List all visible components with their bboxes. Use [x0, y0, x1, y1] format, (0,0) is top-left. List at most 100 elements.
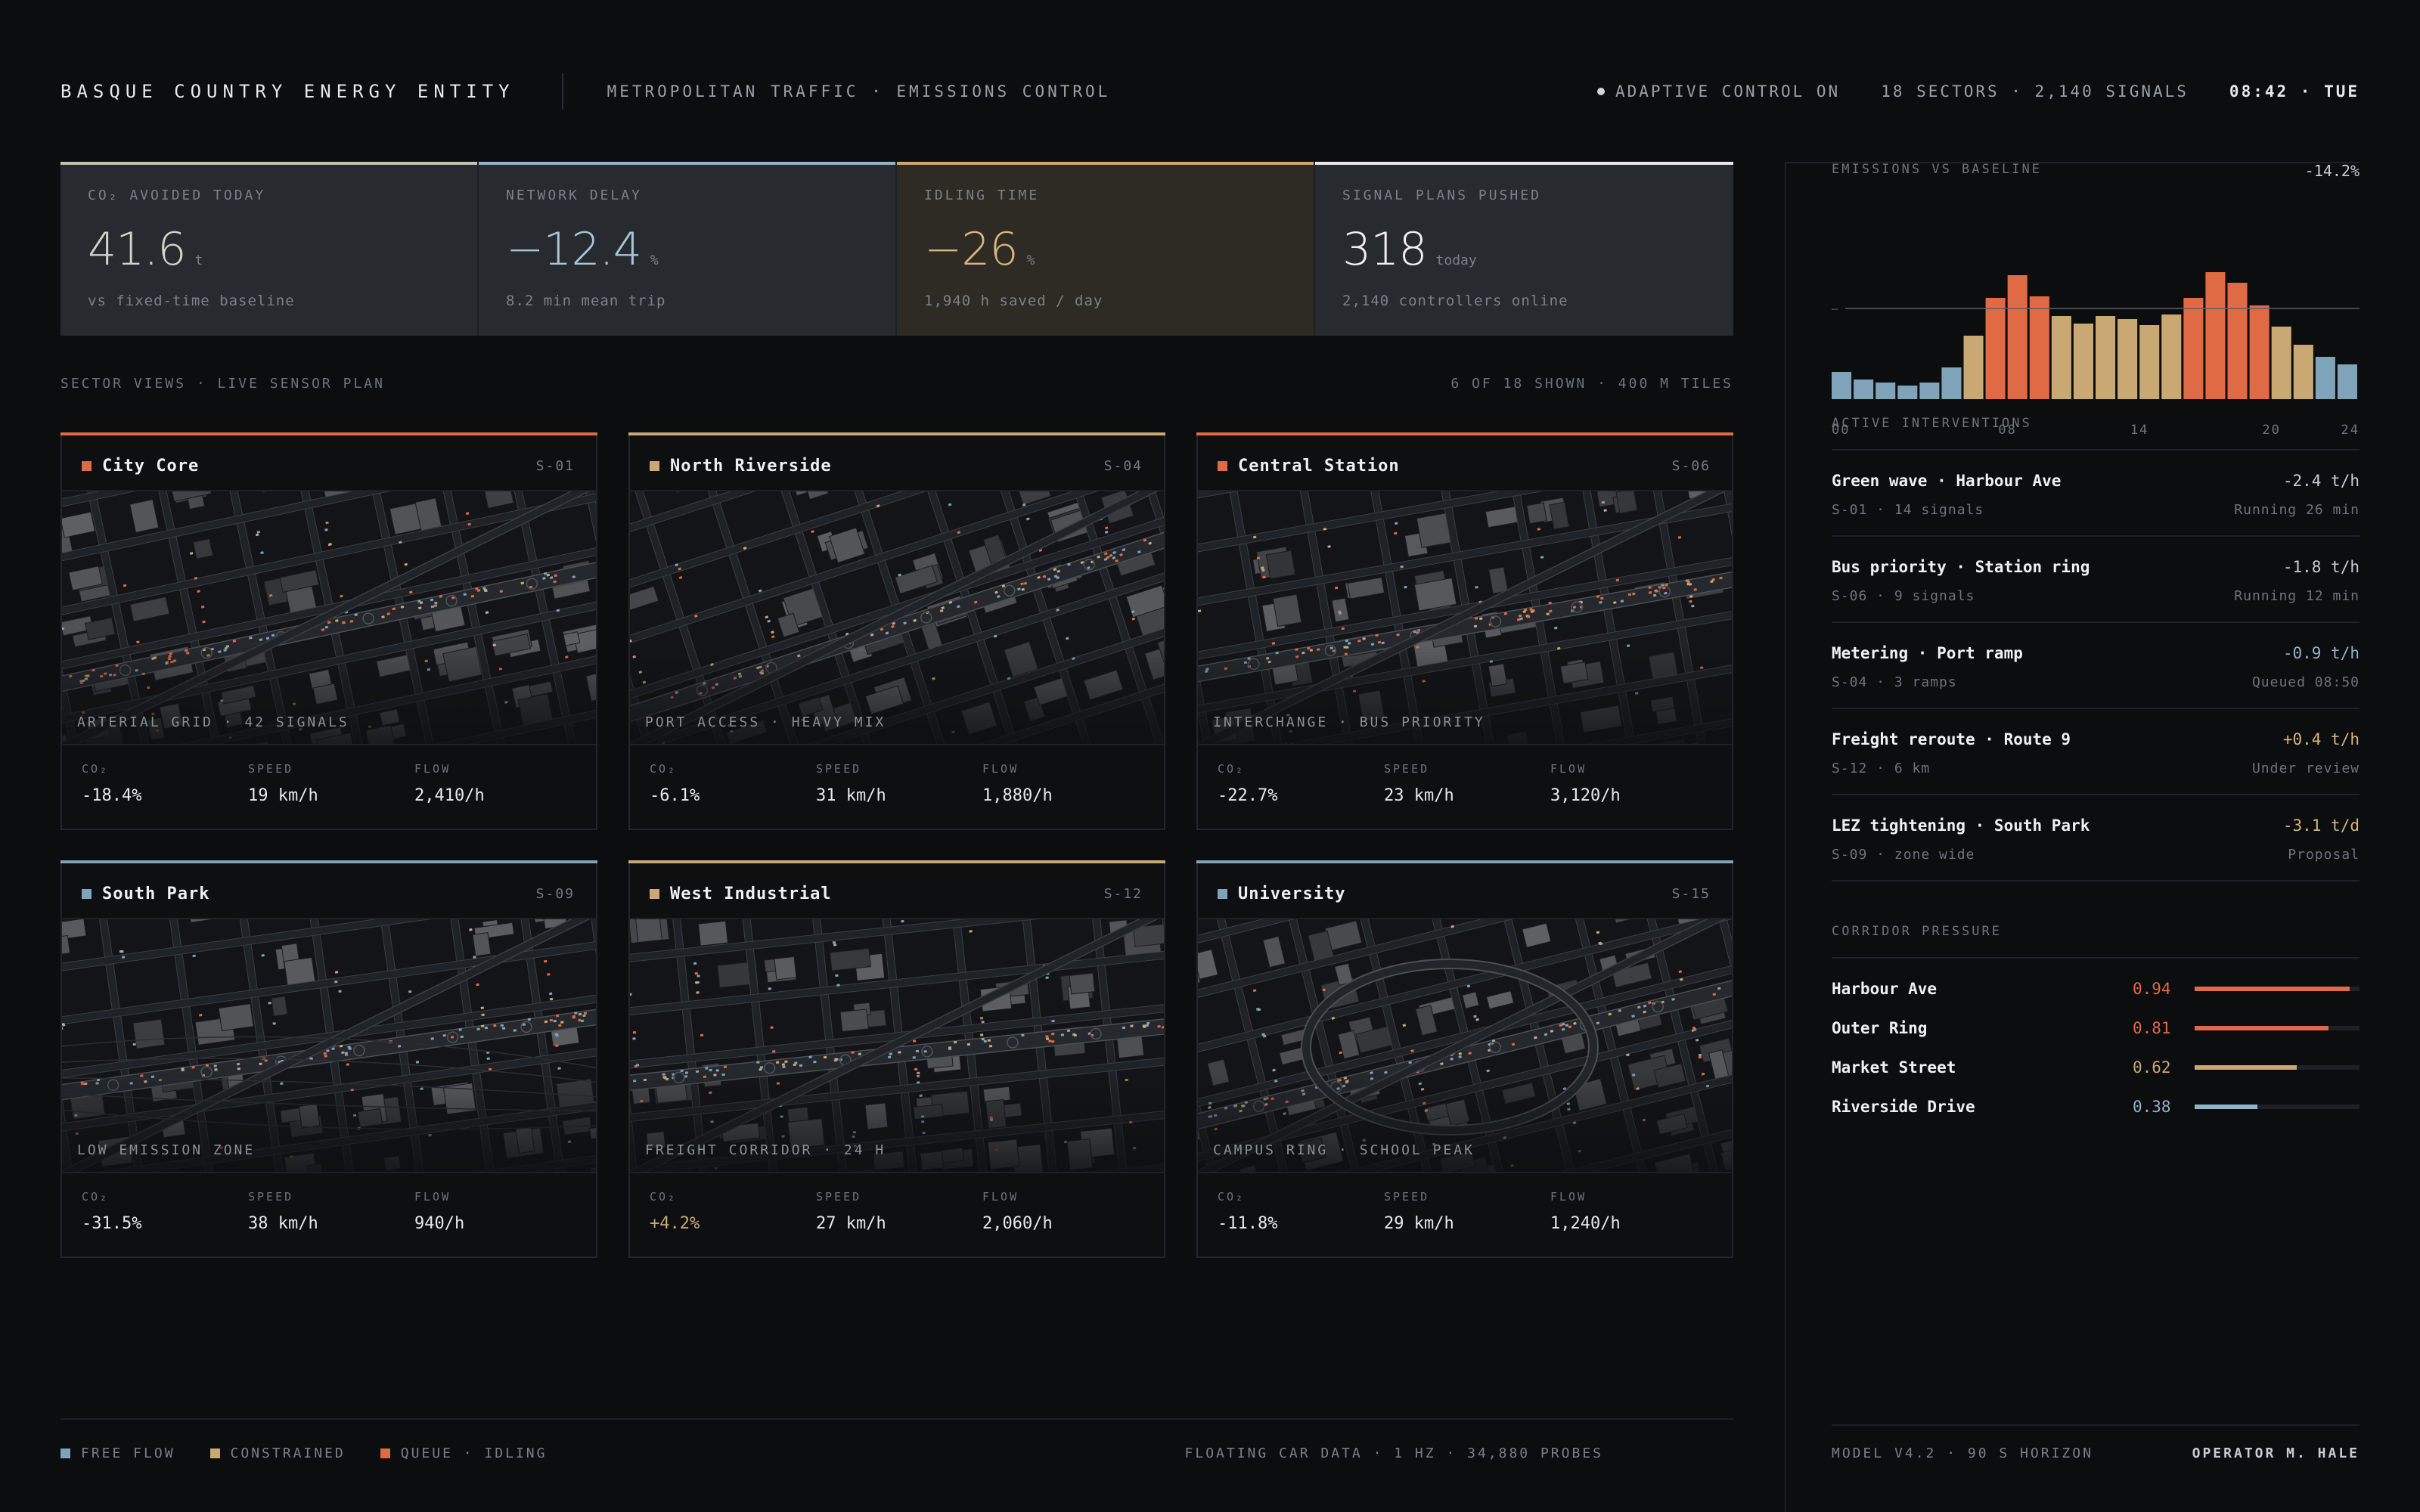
emissions-bar-20[interactable] — [2271, 327, 2291, 399]
sector-name: West Industrial — [670, 885, 832, 903]
emissions-bar-03[interactable] — [1897, 386, 1918, 399]
stat-value: 2,410/h — [414, 786, 485, 805]
sector-map[interactable]: PORT ACCESS · HEAVY MIX — [630, 490, 1164, 745]
emissions-bar-22[interactable] — [2315, 357, 2335, 399]
sector-map[interactable]: INTERCHANGE · BUS PRIORITY — [1198, 490, 1732, 745]
intervention-state: Running 26 min — [2234, 502, 2360, 518]
sector-card-south-park[interactable]: South Park S-09 LOW EMISSION ZONE CO₂ -31.5%… — [60, 860, 597, 1258]
control-status[interactable]: ADAPTIVE CONTROL ON — [1615, 82, 1840, 101]
sector-name: City Core — [102, 457, 200, 476]
sector-map[interactable]: FREIGHT CORRIDOR · 24 H — [630, 918, 1164, 1173]
stat-value: +4.2% — [650, 1214, 700, 1233]
emissions-bar-02[interactable] — [1876, 383, 1896, 399]
stat-flow: FLOW 940/h — [414, 1190, 581, 1233]
kpi-value: 318 — [1342, 223, 1428, 276]
sector-stats: CO₂ -31.5% SPEED 38 km/h FLOW 940/h — [82, 1190, 581, 1233]
emissions-bar-10[interactable] — [2051, 316, 2071, 399]
card-status-line — [1196, 860, 1733, 863]
emissions-bar-23[interactable] — [2337, 364, 2357, 399]
intervention-scope: S-12 · 6 km — [1832, 761, 1931, 776]
sector-card-university[interactable]: University S-15 CAMPUS RING · SCHOOL PEAK C… — [1196, 860, 1733, 1258]
corridor-row[interactable]: Riverside Drive 0.38 — [1832, 1087, 2360, 1126]
stat-label: SPEED — [1384, 762, 1430, 776]
emissions-bar-13[interactable] — [2118, 319, 2138, 399]
kpi-unit: t — [194, 253, 203, 268]
stat-label: CO₂ — [1218, 762, 1246, 776]
intervention-meta: S-04 · 3 ramps Queued 08:50 — [1832, 674, 2360, 690]
kpi-card-signal-plans[interactable]: SIGNAL PLANS PUSHED 318 today 2,140 contr… — [1315, 162, 1733, 336]
intervention-row: Metering · Port ramp -0.9 t/h — [1832, 644, 2360, 662]
sector-code: S-06 — [1671, 458, 1711, 474]
emissions-bar-06[interactable] — [1963, 336, 1984, 399]
stat-value: -22.7% — [1218, 786, 1278, 805]
corridor-row[interactable]: Harbour Ave 0.94 — [1832, 969, 2360, 1009]
operator-name[interactable]: OPERATOR M. HALE — [2192, 1445, 2360, 1461]
sector-code: S-09 — [535, 886, 575, 902]
stat-speed: SPEED 38 km/h — [248, 1190, 414, 1233]
intervention-name: Freight reroute · Route 9 — [1832, 730, 2071, 748]
intervention-impact: -1.8 t/h — [2282, 558, 2360, 576]
intervention-item[interactable]: Green wave · Harbour Ave -2.4 t/h S-01 · 1… — [1832, 451, 2360, 537]
kpi-label: NETWORK DELAY — [506, 187, 642, 203]
sector-map[interactable]: ARTERIAL GRID · 42 SIGNALS — [62, 490, 596, 745]
sector-card-west-industrial[interactable]: West Industrial S-12 FREIGHT CORRIDOR · 24… — [628, 860, 1165, 1258]
emissions-bar-12[interactable] — [2096, 316, 2116, 399]
pressure-bar-fill — [2195, 1065, 2297, 1070]
intervention-scope: S-09 · zone wide — [1832, 847, 1975, 863]
sector-card-city-core[interactable]: City Core S-01 ARTERIAL GRID · 42 SIGNALS C… — [60, 432, 597, 830]
model-info: MODEL V4.2 · 90 S HORIZON — [1832, 1445, 2093, 1461]
sector-map[interactable]: CAMPUS RING · SCHOOL PEAK — [1198, 918, 1732, 1173]
stat-label: SPEED — [816, 1190, 862, 1204]
intervention-item[interactable]: Metering · Port ramp -0.9 t/h S-04 · 3 ram… — [1832, 623, 2360, 709]
kpi-card-co2[interactable]: CO₂ AVOIDED TODAY 41.6 t vs fixed-time ba… — [60, 162, 479, 336]
intervention-impact: -3.1 t/d — [2282, 816, 2360, 835]
status-square-icon — [1218, 461, 1227, 471]
card-status-line — [628, 860, 1165, 863]
stat-co: CO₂ -18.4% — [82, 762, 248, 805]
intervention-item[interactable]: Bus priority · Station ring -1.8 t/h S-06 … — [1832, 537, 2360, 623]
corridor-name: Market Street — [1832, 1058, 1956, 1077]
street-map-graphic — [630, 919, 1164, 1172]
emissions-bar-16[interactable] — [2183, 298, 2204, 399]
corridor-value: 0.38 — [2133, 1098, 2171, 1116]
kpi-card-delay[interactable]: NETWORK DELAY −12.4% 8.2 min mean trip — [479, 162, 897, 336]
emissions-bar-05[interactable] — [1941, 367, 1962, 399]
emissions-bar-15[interactable] — [2161, 314, 2182, 399]
emissions-bar-04[interactable] — [1919, 383, 1940, 399]
intervention-item[interactable]: LEZ tightening · South Park -3.1 t/d S-09 … — [1832, 795, 2360, 881]
emissions-bar-21[interactable] — [2293, 345, 2313, 399]
street-map-graphic — [62, 919, 596, 1172]
intervention-impact: -2.4 t/h — [2282, 472, 2360, 490]
emissions-header: EMISSIONS VS BASELINE -14.2% — [1832, 162, 2360, 180]
sector-code: S-15 — [1671, 886, 1711, 902]
emissions-bar-09[interactable] — [2029, 296, 2049, 399]
kpi-card-idling[interactable]: IDLING TIME −26% 1,940 h saved / day — [897, 162, 1315, 336]
sector-map[interactable]: LOW EMISSION ZONE — [62, 918, 596, 1173]
footer-rule — [1832, 1424, 2360, 1426]
corridor-value: 0.81 — [2133, 1019, 2171, 1037]
stat-label: CO₂ — [650, 1190, 678, 1204]
sector-card-north-riverside[interactable]: North Riverside S-04 PORT ACCESS · HEAVY M… — [628, 432, 1165, 830]
corridor-row[interactable]: Outer Ring 0.81 — [1832, 1009, 2360, 1048]
emissions-bar-14[interactable] — [2139, 325, 2160, 399]
card-header: North Riverside S-04 — [650, 457, 1143, 476]
stat-flow: FLOW 1,880/h — [982, 762, 1149, 805]
stat-value: -11.8% — [1218, 1214, 1278, 1233]
stat-label: FLOW — [414, 1190, 451, 1204]
intervention-name: Green wave · Harbour Ave — [1832, 472, 2062, 490]
active-interventions: ACTIVE INTERVENTIONS Green wave · Harbou… — [1832, 416, 2360, 881]
emissions-bar-08[interactable] — [2007, 275, 2028, 399]
emissions-bar-07[interactable] — [1985, 298, 2006, 399]
app-subtitle: METROPOLITAN TRAFFIC · EMISSIONS CONTROL — [607, 82, 1111, 101]
emissions-bar-17[interactable] — [2205, 272, 2226, 399]
intervention-meta: S-09 · zone wide Proposal — [1832, 847, 2360, 863]
intervention-item[interactable]: Freight reroute · Route 9 +0.4 t/h S-12 · … — [1832, 709, 2360, 795]
emissions-bar-18[interactable] — [2227, 283, 2248, 399]
sector-card-central-station[interactable]: Central Station S-06 INTERCHANGE · BUS PRI… — [1196, 432, 1733, 830]
section-rule — [1832, 957, 2360, 959]
emissions-bar-19[interactable] — [2249, 305, 2270, 399]
emissions-bar-01[interactable] — [1854, 380, 1874, 399]
emissions-bar-00[interactable] — [1832, 372, 1852, 399]
emissions-bar-11[interactable] — [2073, 324, 2093, 399]
corridor-row[interactable]: Market Street 0.62 — [1832, 1048, 2360, 1087]
